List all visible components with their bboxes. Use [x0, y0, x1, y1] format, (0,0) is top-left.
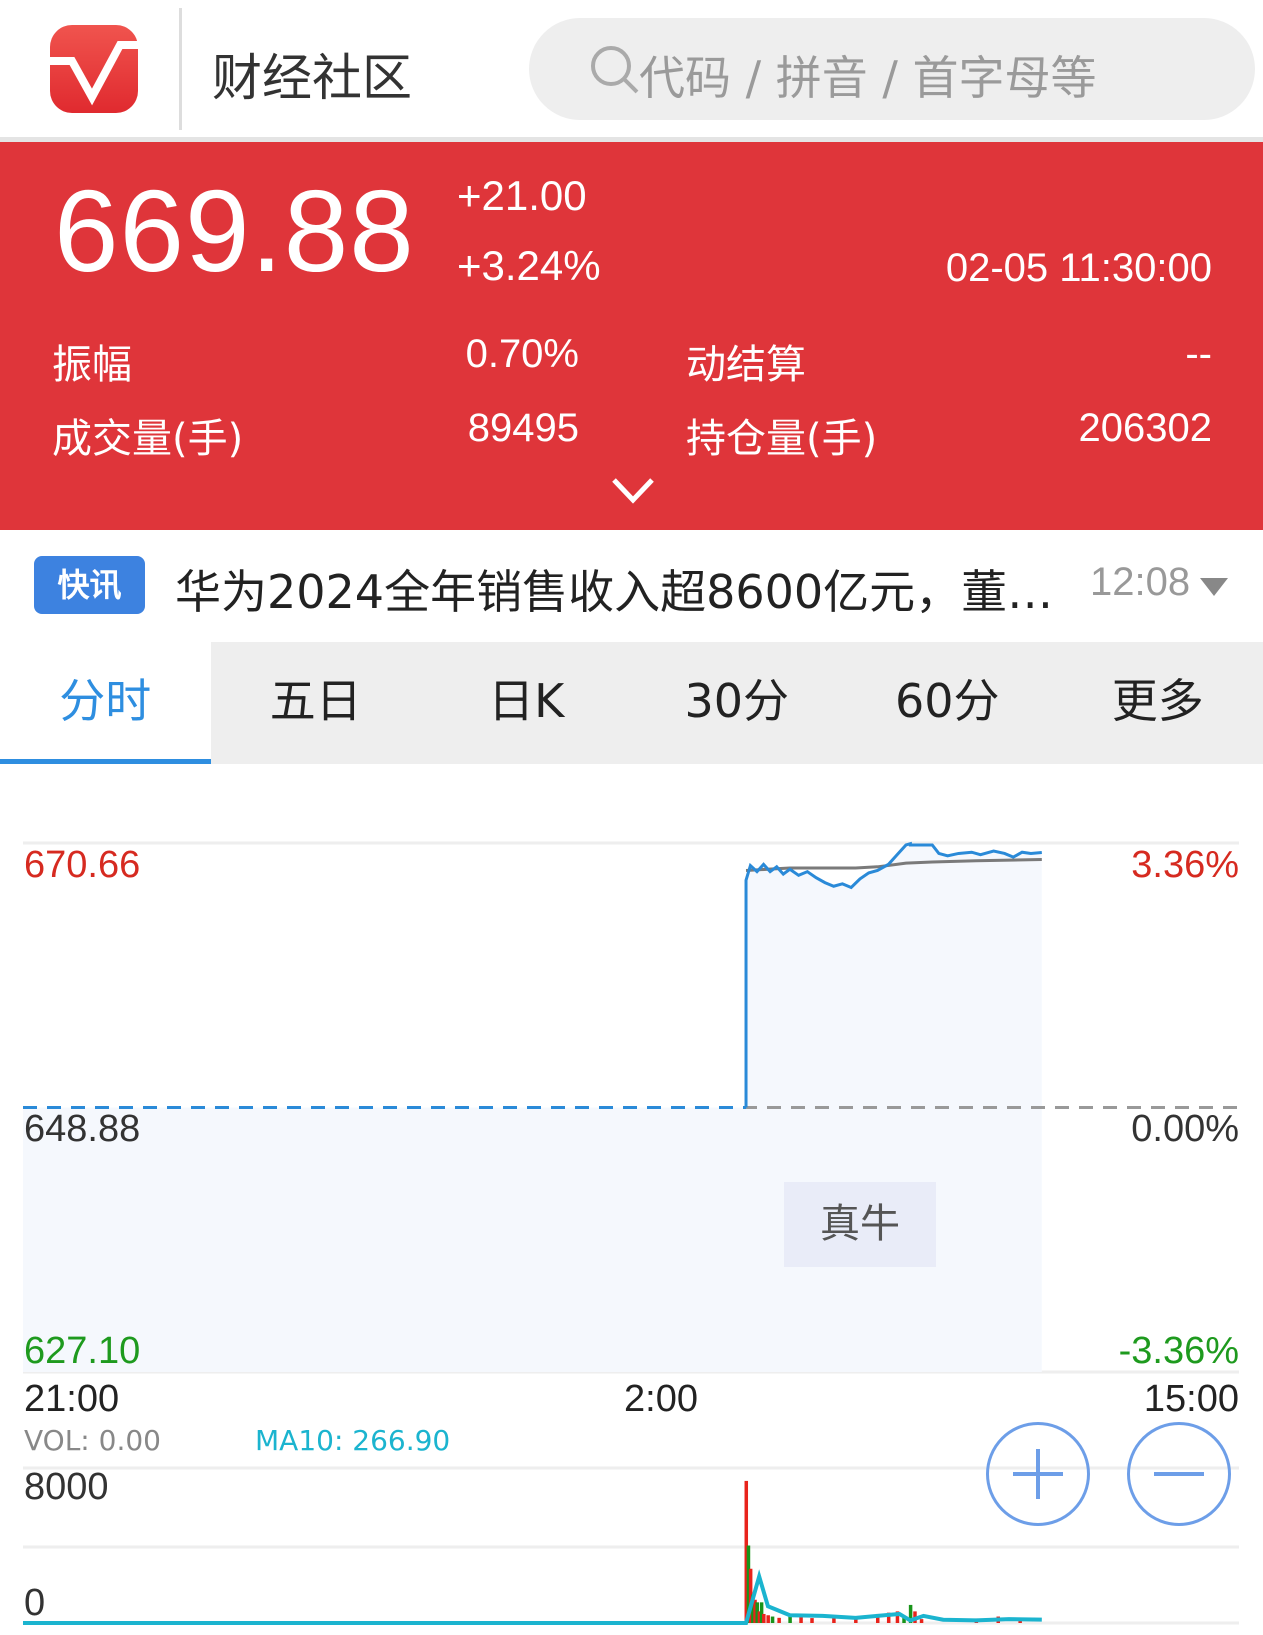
y-label-mid: 648.88 — [24, 1108, 141, 1150]
zoom-in-button[interactable] — [986, 1422, 1090, 1526]
zoom-out-button[interactable] — [1127, 1422, 1231, 1526]
volume-bar — [766, 1615, 770, 1623]
x-label-end: 15:00 — [1143, 1378, 1239, 1420]
y-label-top: 670.66 — [24, 844, 141, 886]
y-label-bottom: 627.10 — [24, 1330, 141, 1372]
pct-label-top: 3.36% — [1131, 844, 1239, 886]
vol-y-top: 8000 — [24, 1466, 109, 1508]
ma10-line — [23, 1569, 1042, 1625]
minus-circle-icon — [1154, 1472, 1204, 1476]
volume-bar — [762, 1613, 766, 1623]
x-label-mid: 2:00 — [624, 1378, 698, 1420]
x-label-start: 21:00 — [24, 1378, 120, 1420]
pct-label-mid: 0.00% — [1131, 1108, 1239, 1150]
ma10-label: MA10: 266.90 — [255, 1424, 451, 1457]
volume-bar — [788, 1616, 792, 1623]
volume-bar — [799, 1617, 803, 1623]
vol-label: VOL: 0.00 — [24, 1424, 161, 1457]
volume-bar — [919, 1619, 924, 1623]
vol-y-bottom: 0 — [24, 1582, 46, 1624]
volume-bar — [777, 1617, 781, 1623]
volume-bar — [770, 1616, 775, 1623]
annotation-label[interactable]: 真牛 — [784, 1182, 936, 1267]
plus-circle-icon — [1013, 1449, 1063, 1499]
volume-bar — [810, 1618, 814, 1623]
pct-label-bottom: -3.36% — [1118, 1330, 1239, 1372]
